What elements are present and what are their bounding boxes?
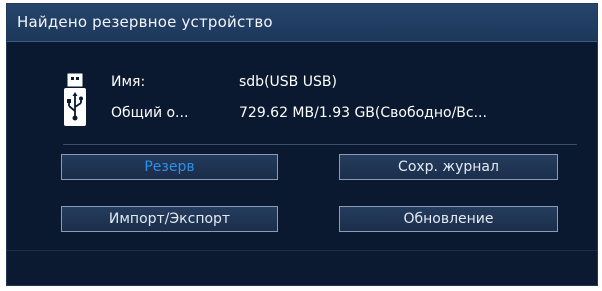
dialog-titlebar[interactable]: Найдено резервное устройство xyxy=(7,4,597,42)
import-export-button[interactable]: Импорт/Экспорт xyxy=(61,206,278,232)
backup-button[interactable]: Резерв xyxy=(61,154,278,180)
device-name-value: sdb(USB USB) xyxy=(239,74,337,90)
update-button[interactable]: Обновление xyxy=(339,206,558,232)
device-name-label: Имя: xyxy=(111,74,146,90)
total-capacity-value: 729.62 MB/1.93 GB(Свободно/Вс... xyxy=(239,105,487,121)
dialog-title: Найдено резервное устройство xyxy=(17,13,273,31)
total-capacity-label: Общий о... xyxy=(111,105,189,121)
dialog-footer xyxy=(7,250,597,285)
usb-drive-icon xyxy=(64,73,86,126)
backup-device-dialog: Найдено резервное устройство Имя: sdb(US… xyxy=(6,3,598,286)
separator-line xyxy=(63,144,577,145)
save-log-button[interactable]: Сохр. журнал xyxy=(339,154,558,180)
